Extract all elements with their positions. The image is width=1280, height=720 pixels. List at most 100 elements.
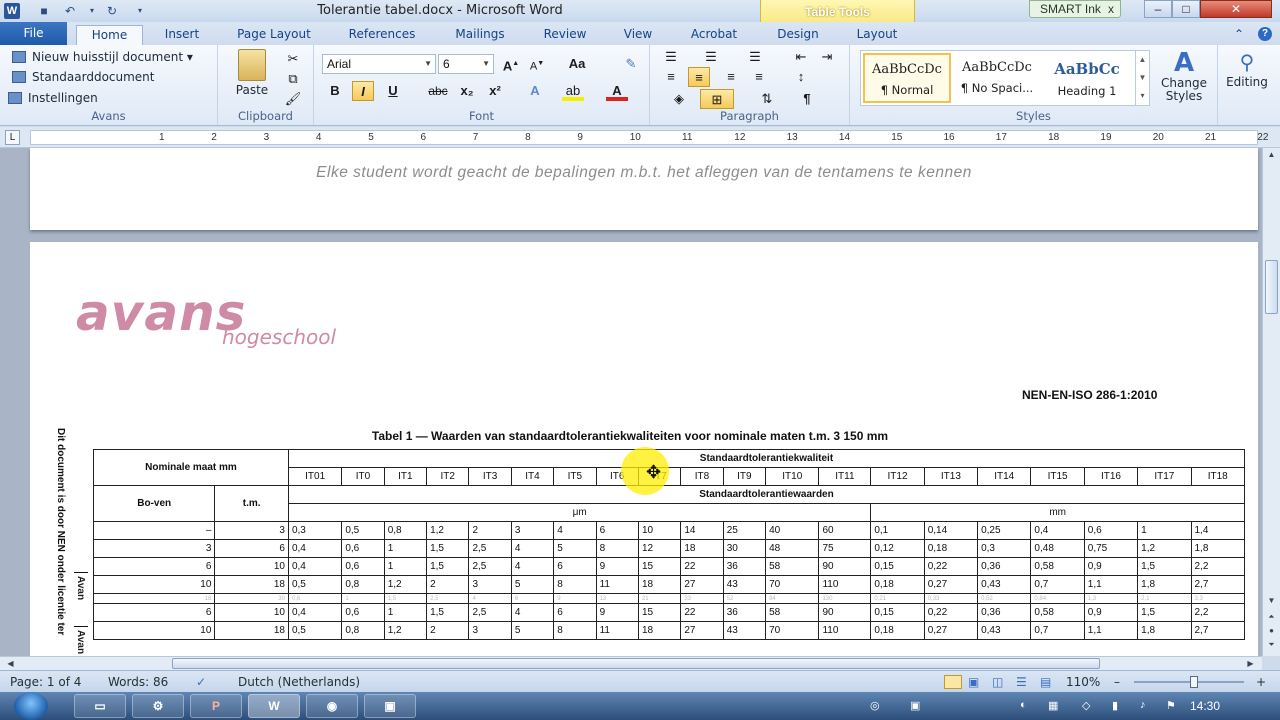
align-right-icon[interactable]: ≡ xyxy=(720,67,742,87)
tab-design[interactable]: Design xyxy=(764,25,832,45)
shading-icon[interactable]: ◈ xyxy=(668,89,690,109)
tab-mailings[interactable]: Mailings xyxy=(442,25,518,45)
strikethrough-button[interactable]: abc xyxy=(424,81,452,101)
smart-ink-toolbar[interactable]: SMART Ink x xyxy=(1029,0,1121,18)
clear-formatting-icon[interactable]: ✎ xyxy=(620,54,642,74)
minimize-ribbon-icon[interactable]: ⌃ xyxy=(1234,27,1244,41)
tab-home[interactable]: Home xyxy=(76,25,143,45)
zoom-level[interactable]: 110% xyxy=(1066,675,1100,689)
format-painter-icon[interactable]: 🖌 xyxy=(282,89,304,109)
flag-icon[interactable]: ⚑ xyxy=(1166,699,1176,712)
next-page-icon[interactable]: ⏷ xyxy=(1263,638,1280,652)
word-taskbar-icon[interactable]: W xyxy=(248,694,300,718)
bold-button[interactable]: B xyxy=(324,81,346,101)
close-button[interactable]: ✕ xyxy=(1200,0,1272,18)
styles-scroll[interactable]: ▲ ▼ ▾ xyxy=(1135,51,1149,105)
editing-button[interactable]: ⚲ Editing xyxy=(1222,49,1272,89)
web-layout-icon[interactable]: ◫ xyxy=(992,675,1003,689)
clock[interactable]: 14:30 xyxy=(1190,699,1220,713)
tolerance-table[interactable]: Nominale maat mm Standaardtolerantiekwal… xyxy=(92,449,1246,640)
increase-indent-icon[interactable]: ⇥ xyxy=(816,47,838,67)
scroll-right-icon[interactable]: ▶ xyxy=(1242,657,1259,671)
zoom-slider[interactable] xyxy=(1134,681,1244,683)
document-area[interactable]: Elke student wordt geacht de bepalingen … xyxy=(0,148,1262,656)
tab-insert[interactable]: Insert xyxy=(150,25,214,45)
proofing-icon[interactable]: ✓ xyxy=(196,675,206,689)
style-no-spacing[interactable]: AaBbCcDc ¶ No Spaci... xyxy=(953,53,1041,103)
language[interactable]: Dutch (Netherlands) xyxy=(238,675,360,689)
tray-icon[interactable]: ▦ xyxy=(1048,699,1058,712)
sort-icon[interactable]: ⇅ xyxy=(756,89,778,109)
tab-acrobat[interactable]: Acrobat xyxy=(676,25,752,45)
print-layout-icon[interactable] xyxy=(944,675,962,689)
tab-page-layout[interactable]: Page Layout xyxy=(226,25,322,45)
tab-review[interactable]: Review xyxy=(530,25,600,45)
chevron-down-icon[interactable]: ▼ xyxy=(1136,69,1149,87)
zoom-out-button[interactable]: – xyxy=(1114,675,1120,689)
text-effects-icon[interactable]: A xyxy=(524,81,546,101)
new-huisstijl-document-button[interactable]: Nieuw huisstijl document ▾ xyxy=(12,50,193,64)
borders-icon[interactable]: ⊞ xyxy=(700,89,734,109)
network-status-icon[interactable]: ▮ xyxy=(1112,699,1118,712)
tray-icon[interactable]: ▣ xyxy=(910,699,920,712)
tab-view[interactable]: View xyxy=(610,25,666,45)
multilevel-list-icon[interactable]: ☰ xyxy=(744,47,766,67)
font-color-icon[interactable]: A xyxy=(606,81,628,101)
tray-icon[interactable]: ◐ xyxy=(1020,699,1027,711)
line-spacing-icon[interactable]: ↕ xyxy=(790,67,812,87)
grow-font-icon[interactable]: A▲ xyxy=(500,54,522,74)
style-heading-1[interactable]: AaBbCc Heading 1 xyxy=(1043,53,1131,103)
cut-icon[interactable]: ✂ xyxy=(282,49,304,69)
vertical-scrollbar[interactable]: ▲ ▼ ⏶ ● ⏷ xyxy=(1262,148,1280,656)
help-icon[interactable]: ? xyxy=(1258,27,1272,41)
tab-file[interactable]: File xyxy=(0,22,67,45)
full-screen-reading-icon[interactable]: ▣ xyxy=(968,675,979,689)
tray-icon[interactable]: ◇ xyxy=(1082,699,1090,712)
horizontal-ruler[interactable]: L 1234567891011121314151617181920212223 xyxy=(0,127,1280,148)
powerpoint-taskbar-icon[interactable]: P xyxy=(190,694,242,718)
tab-layout[interactable]: Layout xyxy=(844,25,910,45)
word-count[interactable]: Words: 86 xyxy=(108,675,168,689)
align-left-icon[interactable]: ≡ xyxy=(660,67,682,87)
shrink-font-icon[interactable]: A▼ xyxy=(526,54,548,74)
bullets-icon[interactable]: ☰ xyxy=(660,47,682,67)
paste-button[interactable]: Paste xyxy=(230,49,274,97)
align-center-icon[interactable]: ≡ xyxy=(688,67,710,87)
outline-icon[interactable]: ☰ xyxy=(1016,675,1027,689)
tab-references[interactable]: References xyxy=(336,25,428,45)
show-formatting-button[interactable]: ¶ xyxy=(796,89,818,109)
smart-ink-close-icon[interactable]: x xyxy=(1108,1,1114,17)
maximize-button[interactable]: □ xyxy=(1172,0,1200,18)
scroll-left-icon[interactable]: ◀ xyxy=(2,657,19,671)
change-case-button[interactable]: Aa xyxy=(566,54,588,74)
instellingen-button[interactable]: Instellingen xyxy=(8,91,98,105)
explorer-taskbar-icon[interactable]: ▭ xyxy=(74,694,126,718)
pdf-taskbar-icon[interactable]: ▣ xyxy=(364,694,416,718)
vertical-scroll-thumb[interactable] xyxy=(1265,260,1278,314)
horizontal-scrollbar[interactable]: ◀ ▶ xyxy=(0,656,1262,670)
tray-icon[interactable]: ◎ xyxy=(870,699,880,712)
volume-icon[interactable]: ♪ xyxy=(1140,699,1146,711)
change-styles-button[interactable]: A Change Styles xyxy=(1154,49,1214,103)
previous-page-icon[interactable]: ⏶ xyxy=(1263,610,1280,624)
network-taskbar-icon[interactable]: ⚙ xyxy=(132,694,184,718)
italic-button[interactable]: I xyxy=(352,81,374,101)
select-browse-object-icon[interactable]: ● xyxy=(1263,624,1280,638)
decrease-indent-icon[interactable]: ⇤ xyxy=(790,47,812,67)
style-normal[interactable]: AaBbCcDc ¶ Normal xyxy=(863,53,951,103)
scroll-up-icon[interactable]: ▲ xyxy=(1263,148,1280,162)
more-styles-icon[interactable]: ▾ xyxy=(1136,87,1149,105)
underline-button[interactable]: U xyxy=(382,81,404,101)
tab-selector[interactable]: L xyxy=(5,130,20,145)
horizontal-scroll-thumb[interactable] xyxy=(172,658,1100,669)
zoom-slider-thumb[interactable] xyxy=(1190,676,1198,688)
font-size-select[interactable]: 6 ▼ xyxy=(438,54,494,74)
chrome-taskbar-icon[interactable]: ◉ xyxy=(306,694,358,718)
zoom-in-button[interactable]: + xyxy=(1256,675,1266,689)
copy-icon[interactable]: ⧉ xyxy=(282,69,304,89)
highlight-color-icon[interactable]: ab xyxy=(562,81,584,101)
subscript-button[interactable]: x₂ xyxy=(456,81,478,101)
chevron-up-icon[interactable]: ▲ xyxy=(1136,51,1149,69)
font-name-select[interactable]: Arial ▼ xyxy=(322,54,436,74)
draft-icon[interactable]: ▤ xyxy=(1040,675,1051,689)
